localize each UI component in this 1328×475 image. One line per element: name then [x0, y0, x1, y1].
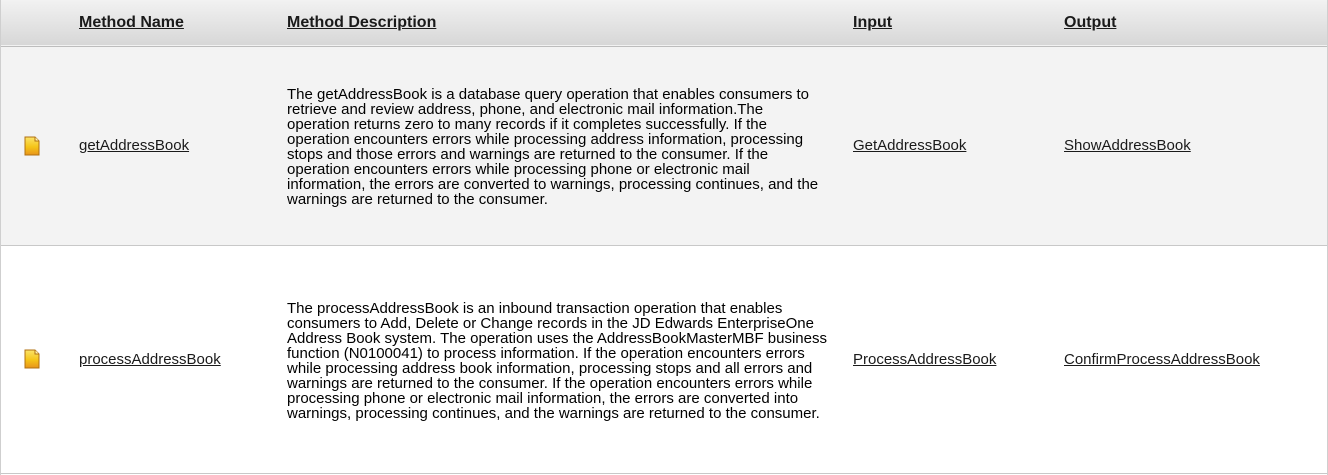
methods-table-frame: Method Name Method Description Input Out…: [0, 0, 1328, 475]
table-header-row: Method Name Method Description Input Out…: [1, 0, 1327, 46]
method-name-link[interactable]: processAddressBook: [79, 351, 221, 368]
output-cell: ShowAddressBook: [1046, 46, 1327, 245]
header-method-description-label[interactable]: Method Description: [287, 14, 436, 31]
method-name-cell: processAddressBook: [61, 245, 269, 473]
header-output[interactable]: Output: [1046, 0, 1327, 46]
methods-table: Method Name Method Description Input Out…: [1, 0, 1327, 474]
header-output-label[interactable]: Output: [1064, 14, 1116, 31]
header-icon-column: [1, 0, 61, 46]
output-cell: ConfirmProcessAddressBook: [1046, 245, 1327, 473]
header-method-description[interactable]: Method Description: [269, 0, 835, 46]
header-input-label[interactable]: Input: [853, 14, 892, 31]
input-link[interactable]: GetAddressBook: [853, 137, 966, 154]
input-cell: ProcessAddressBook: [835, 245, 1046, 473]
table-row: getAddressBook The getAddressBook is a d…: [1, 46, 1327, 245]
method-name-cell: getAddressBook: [61, 46, 269, 245]
row-icon-cell: [1, 245, 61, 473]
method-description: The processAddressBook is an inbound tra…: [287, 299, 827, 422]
header-method-name[interactable]: Method Name: [61, 0, 269, 46]
input-cell: GetAddressBook: [835, 46, 1046, 245]
header-method-name-label[interactable]: Method Name: [79, 14, 184, 31]
document-icon: [23, 136, 41, 156]
table-row: processAddressBook The processAddressBoo…: [1, 245, 1327, 473]
output-link[interactable]: ConfirmProcessAddressBook: [1064, 351, 1260, 368]
row-icon-cell: [1, 46, 61, 245]
document-icon: [23, 349, 41, 369]
method-name-link[interactable]: getAddressBook: [79, 137, 189, 154]
output-link[interactable]: ShowAddressBook: [1064, 137, 1191, 154]
method-description: The getAddressBook is a database query o…: [287, 86, 819, 208]
header-input[interactable]: Input: [835, 0, 1046, 46]
input-link[interactable]: ProcessAddressBook: [853, 351, 996, 368]
